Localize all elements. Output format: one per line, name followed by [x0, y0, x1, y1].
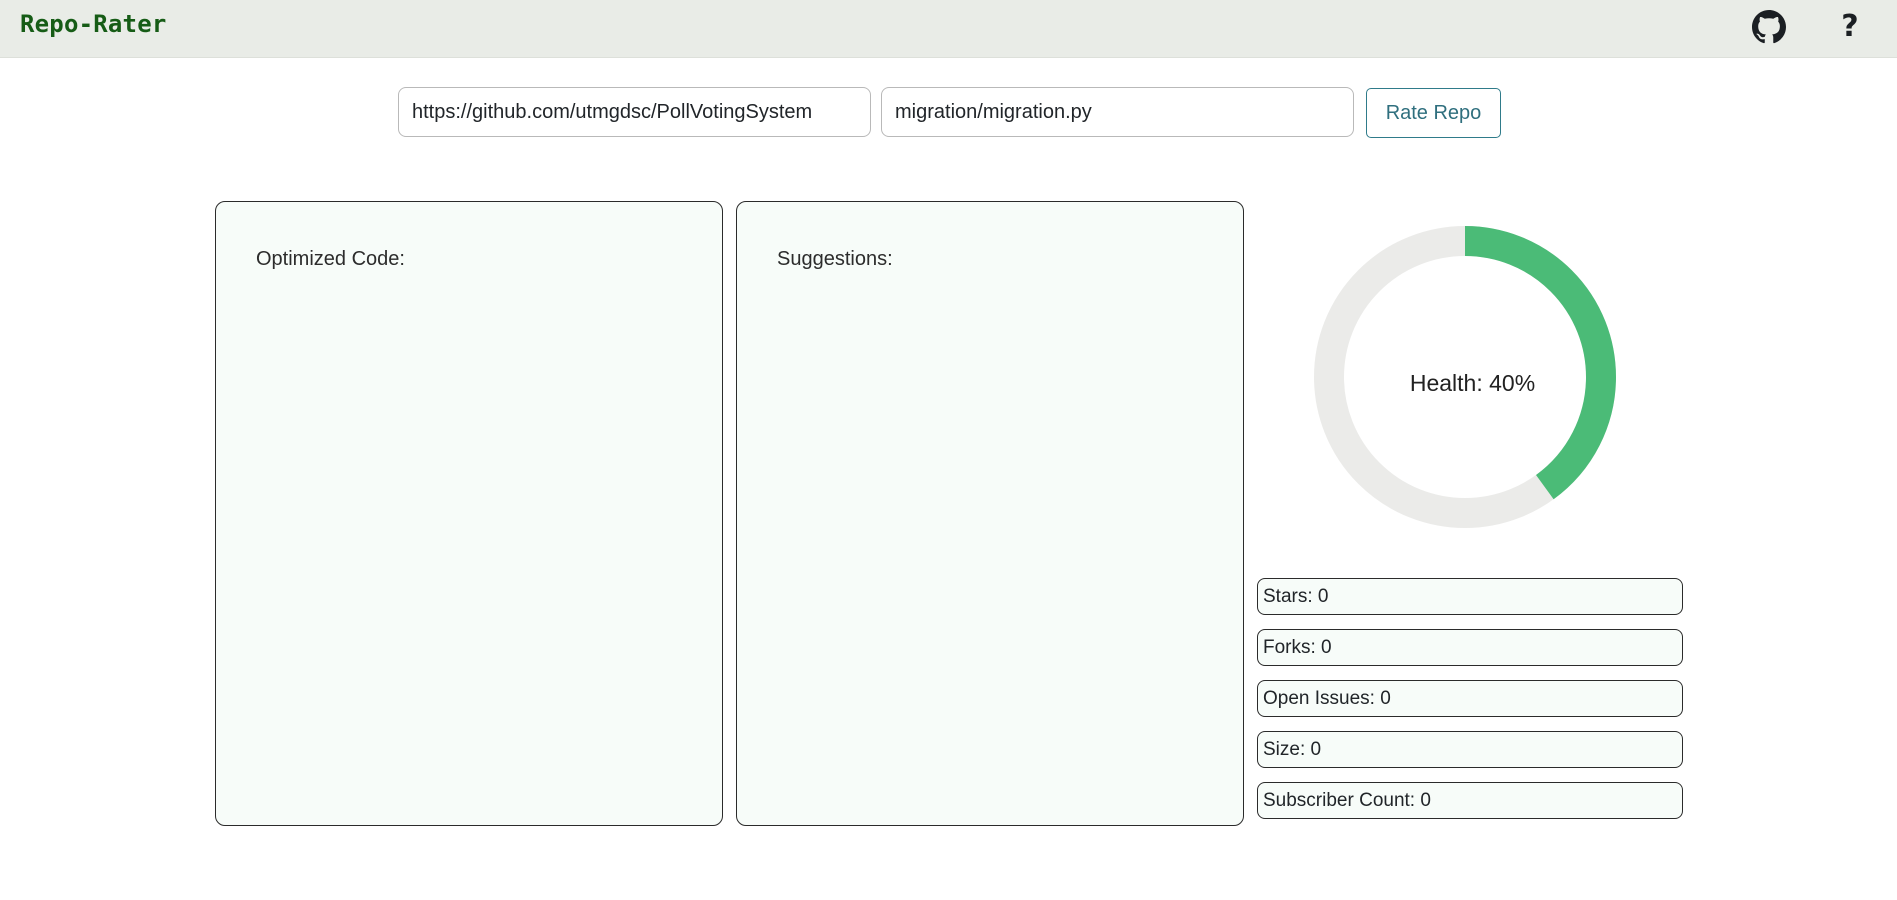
- repo-url-input[interactable]: [398, 87, 871, 137]
- brand-title[interactable]: Repo-Rater: [20, 10, 167, 38]
- top-navbar: Repo-Rater ?: [0, 0, 1897, 58]
- health-label: Health: 40%: [1409, 370, 1536, 396]
- optimized-code-panel: Optimized Code:: [215, 201, 723, 826]
- stat-size: Size: 0: [1257, 731, 1683, 768]
- stat-forks: Forks: 0: [1257, 629, 1683, 666]
- optimized-code-label: Optimized Code:: [256, 248, 405, 270]
- github-icon[interactable]: [1752, 10, 1786, 44]
- stat-subscriber-count: Subscriber Count: 0: [1257, 782, 1683, 819]
- rate-repo-button[interactable]: Rate Repo: [1366, 88, 1501, 138]
- stat-stars: Stars: 0: [1257, 578, 1683, 615]
- file-path-input[interactable]: [881, 87, 1354, 137]
- suggestions-label: Suggestions:: [777, 248, 893, 270]
- help-icon[interactable]: ?: [1833, 10, 1867, 44]
- stat-open-issues: Open Issues: 0: [1257, 680, 1683, 717]
- suggestions-panel: Suggestions:: [736, 201, 1244, 826]
